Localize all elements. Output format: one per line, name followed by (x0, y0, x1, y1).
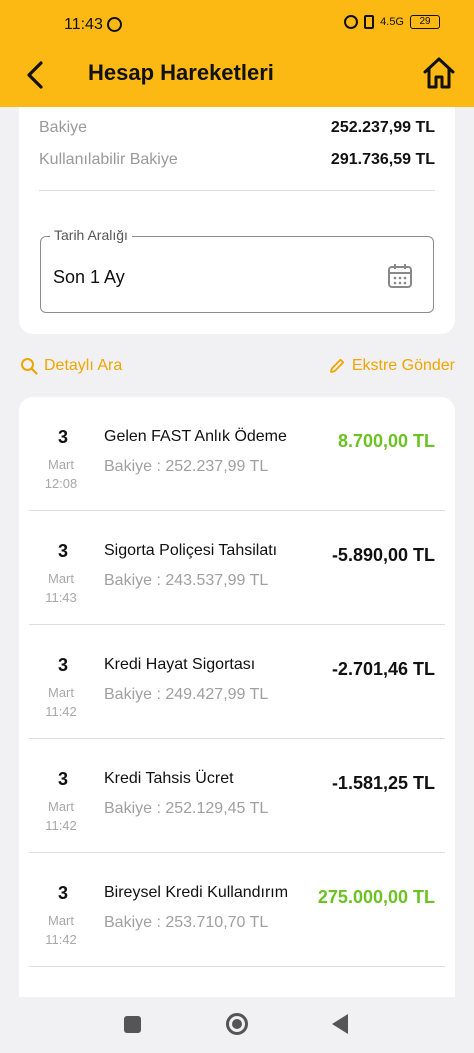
transaction-day: 3 (57, 769, 68, 789)
transaction-balance: Bakiye : 252.129,45 TL (104, 800, 269, 817)
balance-value: 252.237,99 TL (330, 119, 435, 136)
recent-apps-button[interactable] (124, 1016, 141, 1033)
battery-icon: 29 (410, 15, 440, 29)
transaction-row[interactable]: 3 Mart 11:42 Kredi Hayat Sigortası Bakiy… (19, 625, 455, 739)
transaction-time: 11:43 (45, 590, 77, 605)
transaction-description: Kredi Tahsis Ücret (104, 770, 234, 787)
transaction-row[interactable]: 3 Mart 11:42 Bireysel Kredi Kullandırım … (19, 853, 455, 967)
system-nav-bar (0, 997, 474, 1053)
available-balance-row: Kullanılabilir Bakiye 291.736,59 TL (39, 151, 435, 169)
available-balance-value: 291.736,59 TL (330, 151, 435, 168)
send-statement-label: Ekstre Gönder (351, 357, 455, 374)
transaction-month: Mart (48, 457, 74, 472)
transaction-row[interactable]: 3 Mart 12:08 Gelen FAST Anlık Ödeme Baki… (19, 397, 455, 511)
transaction-month: Mart (48, 685, 74, 700)
transaction-month: Mart (48, 571, 74, 586)
status-icons: 4.5G 29 (344, 15, 440, 29)
app-header: 11:43 4.5G 29 Hesap Hareketleri (0, 0, 474, 107)
network-label: 4.5G (380, 16, 404, 28)
send-statement-button[interactable]: Ekstre Gönder (328, 357, 455, 375)
transaction-amount: -2.701,46 TL (331, 659, 435, 679)
transaction-day: 3 (57, 541, 68, 561)
detailed-search-label: Detaylı Ara (44, 357, 123, 374)
transaction-balance: Bakiye : 249.427,99 TL (104, 686, 269, 703)
date-range-label: Tarih Aralığı (50, 227, 132, 243)
transaction-list: 3 Mart 12:08 Gelen FAST Anlık Ödeme Baki… (19, 397, 455, 997)
alarm-icon (344, 15, 359, 29)
status-time: 11:43 (64, 16, 103, 33)
transaction-amount: 8.700,00 TL (337, 431, 435, 451)
transaction-amount: 275.000,00 TL (317, 887, 435, 907)
divider (39, 190, 435, 191)
transaction-time: 11:42 (45, 818, 77, 833)
status-bar: 11:43 4.5G 29 (0, 0, 474, 40)
transaction-time: 11:42 (45, 932, 77, 947)
transaction-balance: Bakiye : 243.537,99 TL (104, 572, 269, 589)
transaction-month: Mart (48, 913, 74, 928)
transaction-month: Mart (48, 799, 74, 814)
calendar-icon[interactable] (387, 263, 413, 289)
transaction-time: 12:08 (44, 476, 78, 491)
date-range-value: Son 1 Ay (53, 267, 125, 287)
transaction-balance: Bakiye : 253.710,70 TL (104, 914, 269, 931)
transaction-description: Sigorta Poliçesi Tahsilatı (104, 542, 278, 559)
transaction-day: 3 (57, 655, 68, 675)
transaction-row[interactable]: 3 Mart 11:43 Sigorta Poliçesi Tahsilatı … (19, 511, 455, 625)
detailed-search-button[interactable]: Detaylı Ara (20, 357, 122, 375)
vibrate-icon (364, 15, 375, 29)
transaction-row[interactable]: 3 Mart 11:42 Kredi Tahsis Ücret Bakiye :… (19, 739, 455, 853)
transaction-time: 11:42 (45, 704, 77, 719)
balance-label: Bakiye (39, 119, 88, 136)
pencil-icon (329, 358, 344, 373)
transaction-balance: Bakiye : 252.237,99 TL (104, 458, 269, 475)
transaction-amount: -1.581,25 TL (331, 773, 435, 793)
transaction-description: Bireysel Kredi Kullandırım (104, 884, 289, 901)
page-title: Hesap Hareketleri (88, 60, 274, 85)
transaction-day: 3 (57, 427, 68, 447)
back-nav-button[interactable] (332, 1014, 348, 1034)
transaction-description: Kredi Hayat Sigortası (104, 656, 256, 673)
back-button[interactable] (20, 58, 50, 92)
whatsapp-icon (107, 17, 122, 32)
transaction-amount: -5.890,00 TL (331, 545, 435, 565)
home-button[interactable] (422, 55, 456, 91)
search-icon (21, 358, 38, 375)
transaction-description: Gelen FAST Anlık Ödeme (104, 428, 287, 445)
transaction-day: 3 (57, 883, 68, 903)
home-nav-button[interactable] (226, 1013, 248, 1035)
row-divider (29, 966, 445, 967)
balance-card: Bakiye 252.237,99 TL Kullanılabilir Baki… (19, 107, 455, 334)
balance-row: Bakiye 252.237,99 TL (39, 119, 435, 137)
available-balance-label: Kullanılabilir Bakiye (39, 151, 178, 168)
date-range-field[interactable]: Tarih Aralığı Son 1 Ay (40, 227, 434, 313)
